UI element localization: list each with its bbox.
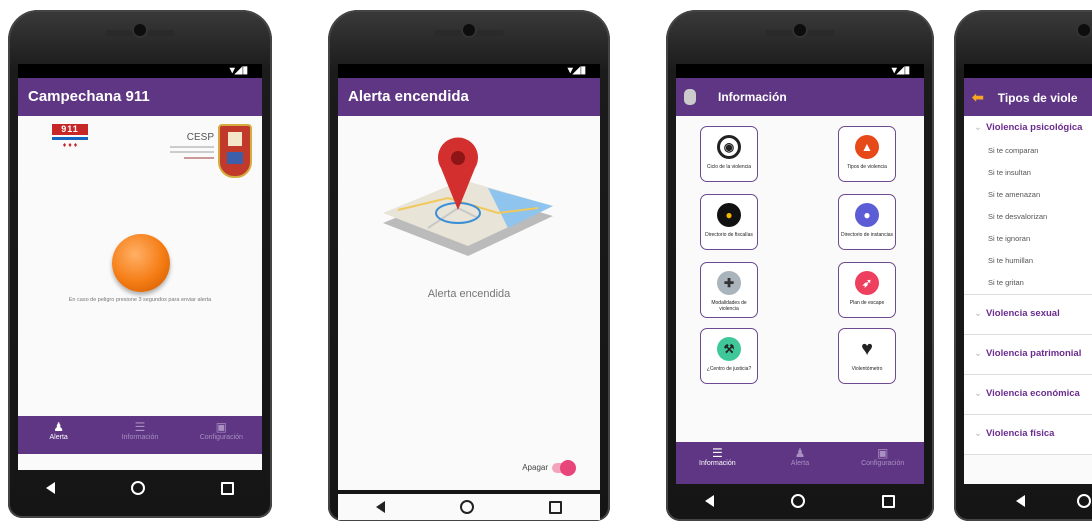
screen-alert-on: ▾◢▮ Alerta encendida Alerta encendida Ap… bbox=[338, 64, 600, 490]
person-alert-icon: ♟ bbox=[794, 446, 806, 460]
puzzle-icon: ✚ bbox=[717, 271, 741, 295]
logo-911: 911 ♦ ♦ ♦ bbox=[52, 124, 88, 150]
list-item[interactable]: Si te comparan bbox=[964, 140, 1092, 162]
tile-modalidades-violencia[interactable]: ✚ Modalidades de violencia bbox=[700, 262, 758, 318]
bottom-navigation: ♟ Alerta ☰ Información ▣ Configuración bbox=[18, 416, 262, 454]
list-icon: ☰ bbox=[711, 446, 723, 460]
phone-frame-3: ▾◢▮ Información ◉ Ciclo de la violencia … bbox=[666, 10, 934, 521]
status-bar bbox=[964, 64, 1092, 78]
phone-frame-2: ▾◢▮ Alerta encendida Alerta encendida Ap… bbox=[328, 10, 610, 521]
alert-instruction: En caso de peligro presione 3 segundos p… bbox=[68, 297, 212, 303]
back-key-icon[interactable] bbox=[375, 501, 385, 513]
location-pin-icon: ● bbox=[717, 203, 741, 227]
tile-directorio-instancias[interactable]: ● Directorio de instancias bbox=[838, 194, 896, 250]
nav-configuracion[interactable]: ▣ Configuración bbox=[181, 416, 262, 454]
accordion-fisica[interactable]: ⌄ Violencia física bbox=[964, 415, 1092, 455]
system-nav-keys bbox=[964, 486, 1092, 516]
front-camera bbox=[134, 24, 146, 36]
status-bar: ▾◢▮ bbox=[18, 64, 262, 78]
status-icons: ▾◢▮ bbox=[891, 65, 910, 76]
recents-key-icon[interactable] bbox=[549, 500, 563, 514]
list-item[interactable]: Si te amenazan bbox=[964, 184, 1092, 206]
app-title: Información bbox=[676, 78, 924, 116]
system-nav-keys bbox=[8, 472, 272, 504]
escape-icon: ➶ bbox=[855, 271, 879, 295]
tile-tipos-violencia[interactable]: ▲ Tipos de violencia bbox=[838, 126, 896, 182]
screen-violence-types: ⬅ Tipos de viole ⌄ Violencia psicológica S… bbox=[964, 64, 1092, 484]
list-item[interactable]: Si te gritan bbox=[964, 272, 1092, 295]
settings-icon: ▣ bbox=[215, 420, 227, 434]
list-item[interactable]: Si te desvalorizan bbox=[964, 206, 1092, 228]
gavel-icon: ⚒ bbox=[717, 337, 741, 361]
list-item[interactable]: Si te humillan bbox=[964, 250, 1092, 272]
back-arrow-icon[interactable]: ⬅ bbox=[972, 89, 984, 105]
list-icon: ☰ bbox=[134, 420, 146, 434]
accordion-psicologica[interactable]: ⌄ Violencia psicológica bbox=[964, 116, 1092, 140]
accordion-patrimonial[interactable]: ⌄ Violencia patrimonial bbox=[964, 335, 1092, 375]
status-icons: ▾◢▮ bbox=[567, 65, 586, 76]
broken-heart-icon: ♥ bbox=[855, 337, 879, 361]
front-camera bbox=[794, 24, 806, 36]
tile-centro-justicia[interactable]: ⚒ ¿Centro de justicia? bbox=[700, 328, 758, 384]
front-camera bbox=[463, 24, 475, 36]
phone-frame-1: ▾◢▮ Campechana 911 911 ♦ ♦ ♦ CESP En cas… bbox=[8, 10, 272, 518]
nav-informacion[interactable]: ☰ Información bbox=[99, 416, 180, 454]
bottom-navigation: ☰ Información ♟ Alerta ▣ Configuración bbox=[676, 442, 924, 484]
system-nav-keys bbox=[338, 494, 600, 520]
tile-directorio-fiscalias[interactable]: ● Directorio de fiscalías bbox=[700, 194, 758, 250]
back-key-icon[interactable] bbox=[704, 495, 714, 507]
home-key-icon[interactable] bbox=[790, 494, 805, 508]
accordion-economica[interactable]: ⌄ Violencia económica bbox=[964, 375, 1092, 415]
settings-icon: ▣ bbox=[877, 446, 889, 460]
alert-toggle[interactable] bbox=[552, 460, 576, 476]
tile-violentometro[interactable]: ♥ Violentómetro bbox=[838, 328, 896, 384]
recents-key-icon[interactable] bbox=[882, 494, 896, 508]
location-pin-icon: ● bbox=[855, 203, 879, 227]
status-bar: ▾◢▮ bbox=[676, 64, 924, 78]
alert-status-text: Alerta encendida bbox=[427, 288, 511, 300]
back-key-icon[interactable] bbox=[46, 482, 55, 494]
system-nav-keys bbox=[666, 486, 934, 516]
nav-alerta[interactable]: ♟ Alerta bbox=[18, 416, 99, 454]
logo-cesp: CESP bbox=[148, 124, 254, 180]
person-alert-icon: ♟ bbox=[53, 420, 65, 434]
recents-key-icon[interactable] bbox=[221, 481, 234, 495]
nav-configuracion[interactable]: ▣ Configuración bbox=[841, 442, 924, 484]
status-bar: ▾◢▮ bbox=[338, 64, 600, 78]
home-key-icon[interactable] bbox=[1077, 494, 1091, 508]
home-key-icon[interactable] bbox=[459, 500, 474, 514]
accordion-sexual[interactable]: ⌄ Violencia sexual bbox=[964, 295, 1092, 335]
cycle-icon: ◉ bbox=[717, 135, 741, 159]
tile-plan-escape[interactable]: ➶ Plan de escape bbox=[838, 262, 896, 318]
coat-of-arms-icon bbox=[218, 124, 252, 178]
app-logo-icon bbox=[684, 89, 696, 106]
app-title: Campechana 911 bbox=[18, 78, 262, 116]
map-pin-illustration bbox=[383, 137, 553, 256]
screen-information: ▾◢▮ Información ◉ Ciclo de la violencia … bbox=[676, 64, 924, 484]
alert-button[interactable] bbox=[112, 234, 170, 292]
front-camera bbox=[1078, 24, 1090, 36]
list-item[interactable]: Si te ignoran bbox=[964, 228, 1092, 250]
tile-ciclo-violencia[interactable]: ◉ Ciclo de la violencia bbox=[700, 126, 758, 182]
status-icons: ▾◢▮ bbox=[229, 65, 248, 76]
back-key-icon[interactable] bbox=[1016, 495, 1025, 507]
warning-icon: ▲ bbox=[855, 135, 879, 159]
violence-accordion: ⌄ Violencia psicológica Si te comparan Si… bbox=[964, 116, 1092, 455]
nav-informacion[interactable]: ☰ Información bbox=[676, 442, 759, 484]
app-title: ⬅ Tipos de viole bbox=[964, 78, 1092, 116]
nav-alerta[interactable]: ♟ Alerta bbox=[759, 442, 842, 484]
list-item[interactable]: Si te insultan bbox=[964, 162, 1092, 184]
screen-alert-home: ▾◢▮ Campechana 911 911 ♦ ♦ ♦ CESP En cas… bbox=[18, 64, 262, 470]
toggle-label: Apagar bbox=[522, 463, 548, 472]
home-key-icon[interactable] bbox=[131, 481, 145, 495]
phone-frame-4: ⬅ Tipos de viole ⌄ Violencia psicológica S… bbox=[954, 10, 1092, 521]
app-title: Alerta encendida bbox=[338, 78, 600, 116]
